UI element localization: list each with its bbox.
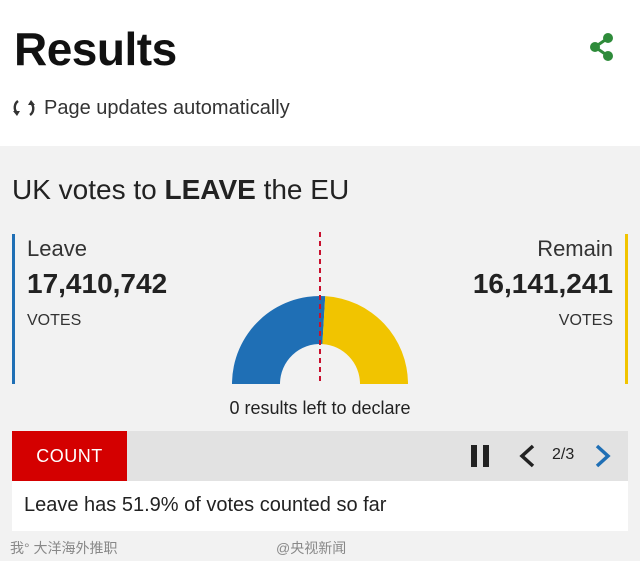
remain-summary: Remain 16,141,241 VOTES <box>473 234 628 384</box>
share-icon[interactable] <box>588 32 616 62</box>
auto-update-notice: Page updates automatically <box>12 96 290 120</box>
result-gauge <box>232 232 408 384</box>
headline: UK votes to LEAVE the EU <box>12 174 349 206</box>
headline-prefix: UK votes to <box>12 174 165 205</box>
results-panel: UK votes to LEAVE the EU Leave 17,410,74… <box>0 146 640 561</box>
headline-suffix: the EU <box>255 174 350 205</box>
results-header: Results Page updates automatically <box>0 0 640 146</box>
page-title: Results <box>14 23 177 75</box>
pager-indicator: 2/3 <box>552 446 575 463</box>
gauge-remain-arc <box>322 296 408 384</box>
leave-label: Leave <box>27 236 87 261</box>
refresh-icon <box>12 96 36 120</box>
count-tab[interactable]: COUNT <box>12 431 127 481</box>
watermark-left: 我° 大洋海外推职 <box>10 540 118 556</box>
ticker-bar: COUNT 2/3 <box>12 431 628 481</box>
remain-votes-unit: VOTES <box>558 312 613 329</box>
leave-votes: 17,410,742 <box>27 268 168 299</box>
leave-summary: Leave 17,410,742 VOTES <box>12 234 167 384</box>
next-icon[interactable] <box>588 441 616 471</box>
gauge-leave-arc <box>232 296 326 384</box>
pause-icon[interactable] <box>466 441 496 471</box>
remain-label: Remain <box>537 236 613 261</box>
results-left-to-declare: 0 results left to declare <box>229 398 411 418</box>
headline-bold: LEAVE <box>164 174 256 205</box>
ticker-message-box: Leave has 51.9% of votes counted so far <box>12 481 628 531</box>
ticker-message: Leave has 51.9% of votes counted so far <box>24 494 387 516</box>
watermark-center: @央视新闻 <box>276 540 347 556</box>
leave-votes-unit: VOTES <box>27 312 82 329</box>
previous-icon[interactable] <box>514 441 542 471</box>
auto-update-text: Page updates automatically <box>44 96 290 119</box>
remain-votes: 16,141,241 <box>472 268 613 299</box>
